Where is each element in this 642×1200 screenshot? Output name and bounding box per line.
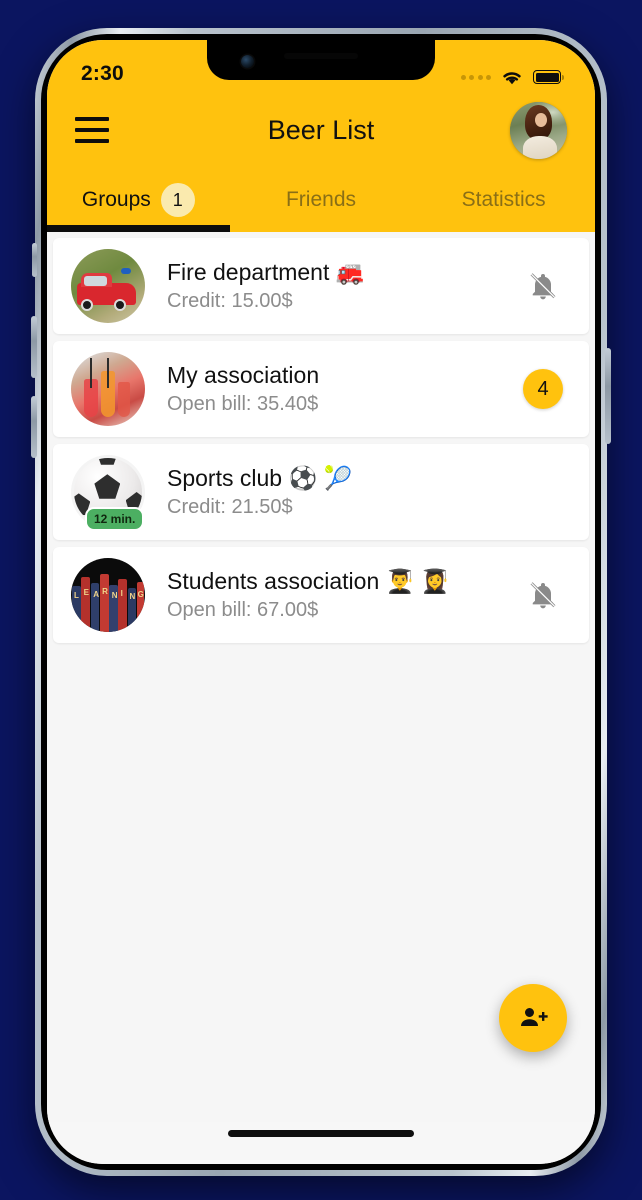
group-avatar-wrapper bbox=[71, 352, 145, 426]
book-letter: I bbox=[120, 588, 123, 598]
books-learning-avatar: L E A R N I N G bbox=[71, 558, 145, 632]
group-text: My association Open bill: 35.40$ bbox=[145, 361, 519, 418]
bell-off-icon[interactable] bbox=[527, 578, 559, 612]
mute-switch-button[interactable] bbox=[32, 243, 37, 277]
add-group-fab[interactable] bbox=[499, 984, 567, 1052]
fire-truck-avatar bbox=[71, 249, 145, 323]
book bbox=[118, 578, 128, 632]
drinks-cheers-avatar bbox=[71, 352, 145, 426]
tab-groups-badge: 1 bbox=[160, 183, 195, 217]
truck-light bbox=[121, 267, 131, 275]
ball-pentagon bbox=[94, 474, 121, 499]
tab-friends[interactable]: Friends bbox=[230, 168, 413, 232]
status-bar-indicators bbox=[460, 68, 564, 86]
tab-friends-label: Friends bbox=[285, 188, 357, 211]
bell-off-icon[interactable] bbox=[527, 269, 559, 303]
group-trailing: 4 bbox=[519, 369, 567, 409]
book-letter: N bbox=[111, 591, 118, 601]
group-subtitle: Credit: 15.00$ bbox=[167, 290, 293, 313]
group-title: Fire department 🚒 bbox=[167, 258, 365, 285]
group-text: Students association 👨‍🎓 👩‍🎓 Open bill: … bbox=[145, 567, 519, 624]
book-letter: A bbox=[93, 590, 99, 600]
book-letter: L bbox=[73, 591, 79, 601]
volume-up-button[interactable] bbox=[31, 316, 37, 378]
group-subtitle: Open bill: 67.00$ bbox=[167, 599, 319, 622]
time-chip: 12 min. bbox=[85, 507, 145, 531]
home-indicator-area bbox=[47, 1122, 595, 1164]
unread-count-badge[interactable]: 4 bbox=[523, 369, 563, 409]
group-trailing bbox=[519, 578, 567, 612]
home-indicator-bar[interactable] bbox=[228, 1130, 414, 1137]
person-add-icon bbox=[521, 1008, 548, 1026]
group-title: My association bbox=[167, 361, 320, 388]
tab-statistics[interactable]: Statistics bbox=[412, 168, 595, 232]
group-avatar-wrapper: L E A R N I N G bbox=[71, 558, 145, 632]
front-camera-icon bbox=[241, 55, 254, 68]
groups-list: Fire department 🚒 Credit: 15.00$ My asso… bbox=[47, 238, 595, 643]
groups-list-container: Fire department 🚒 Credit: 15.00$ My asso… bbox=[47, 232, 595, 1122]
hamburger-menu-icon[interactable] bbox=[75, 113, 115, 147]
tab-groups-label: Groups bbox=[81, 188, 151, 211]
phone-screen: 2:30 Beer List Groups 1 Friends Statisti… bbox=[47, 40, 595, 1164]
avatar-dress bbox=[522, 135, 557, 159]
earpiece-speaker bbox=[284, 53, 358, 59]
volume-down-button[interactable] bbox=[31, 396, 37, 458]
list-item[interactable]: Fire department 🚒 Credit: 15.00$ bbox=[53, 238, 589, 334]
list-item[interactable]: 12 min. Sports club ⚽ 🎾 Credit: 21.50$ bbox=[53, 444, 589, 540]
book-letter: R bbox=[102, 587, 108, 597]
group-text: Fire department 🚒 Credit: 15.00$ bbox=[145, 258, 519, 315]
app-bar: Beer List bbox=[47, 92, 595, 168]
status-bar-time: 2:30 bbox=[81, 62, 124, 85]
book bbox=[81, 577, 91, 632]
group-subtitle: Open bill: 35.40$ bbox=[167, 393, 319, 416]
book-letter: E bbox=[83, 588, 89, 598]
truck-wheel bbox=[113, 298, 127, 312]
battery-full-icon bbox=[533, 70, 564, 84]
signal-dots-icon bbox=[460, 74, 491, 80]
avatar-face bbox=[535, 112, 548, 127]
truck-window bbox=[84, 275, 107, 286]
phone-device: 2:30 Beer List Groups 1 Friends Statisti… bbox=[31, 28, 611, 1176]
tab-statistics-label: Statistics bbox=[461, 188, 546, 211]
list-item[interactable]: My association Open bill: 35.40$ 4 bbox=[53, 341, 589, 437]
truck-wheel bbox=[80, 298, 94, 312]
device-notch bbox=[207, 40, 435, 80]
book bbox=[99, 574, 109, 632]
book-letter: N bbox=[129, 591, 136, 601]
group-title: Students association 👨‍🎓 👩‍🎓 bbox=[167, 567, 450, 594]
ball-pentagon bbox=[97, 457, 118, 465]
straw bbox=[107, 357, 110, 388]
group-trailing bbox=[519, 269, 567, 303]
straw bbox=[90, 357, 93, 388]
group-title: Sports club ⚽ 🎾 bbox=[167, 464, 353, 491]
power-button[interactable] bbox=[605, 348, 611, 444]
cocktail-glass bbox=[117, 381, 131, 418]
user-avatar[interactable] bbox=[510, 101, 567, 159]
group-avatar-wrapper bbox=[71, 249, 145, 323]
tab-bar: Groups 1 Friends Statistics bbox=[47, 168, 595, 232]
book-letter: G bbox=[137, 589, 144, 599]
group-subtitle: Credit: 21.50$ bbox=[167, 496, 293, 519]
group-text: Sports club ⚽ 🎾 Credit: 21.50$ bbox=[145, 464, 519, 521]
tab-groups[interactable]: Groups 1 bbox=[47, 168, 230, 232]
wifi-icon bbox=[503, 72, 521, 85]
list-item[interactable]: L E A R N I N G Students association 👨‍🎓… bbox=[53, 547, 589, 643]
group-avatar-wrapper: 12 min. bbox=[71, 455, 145, 531]
